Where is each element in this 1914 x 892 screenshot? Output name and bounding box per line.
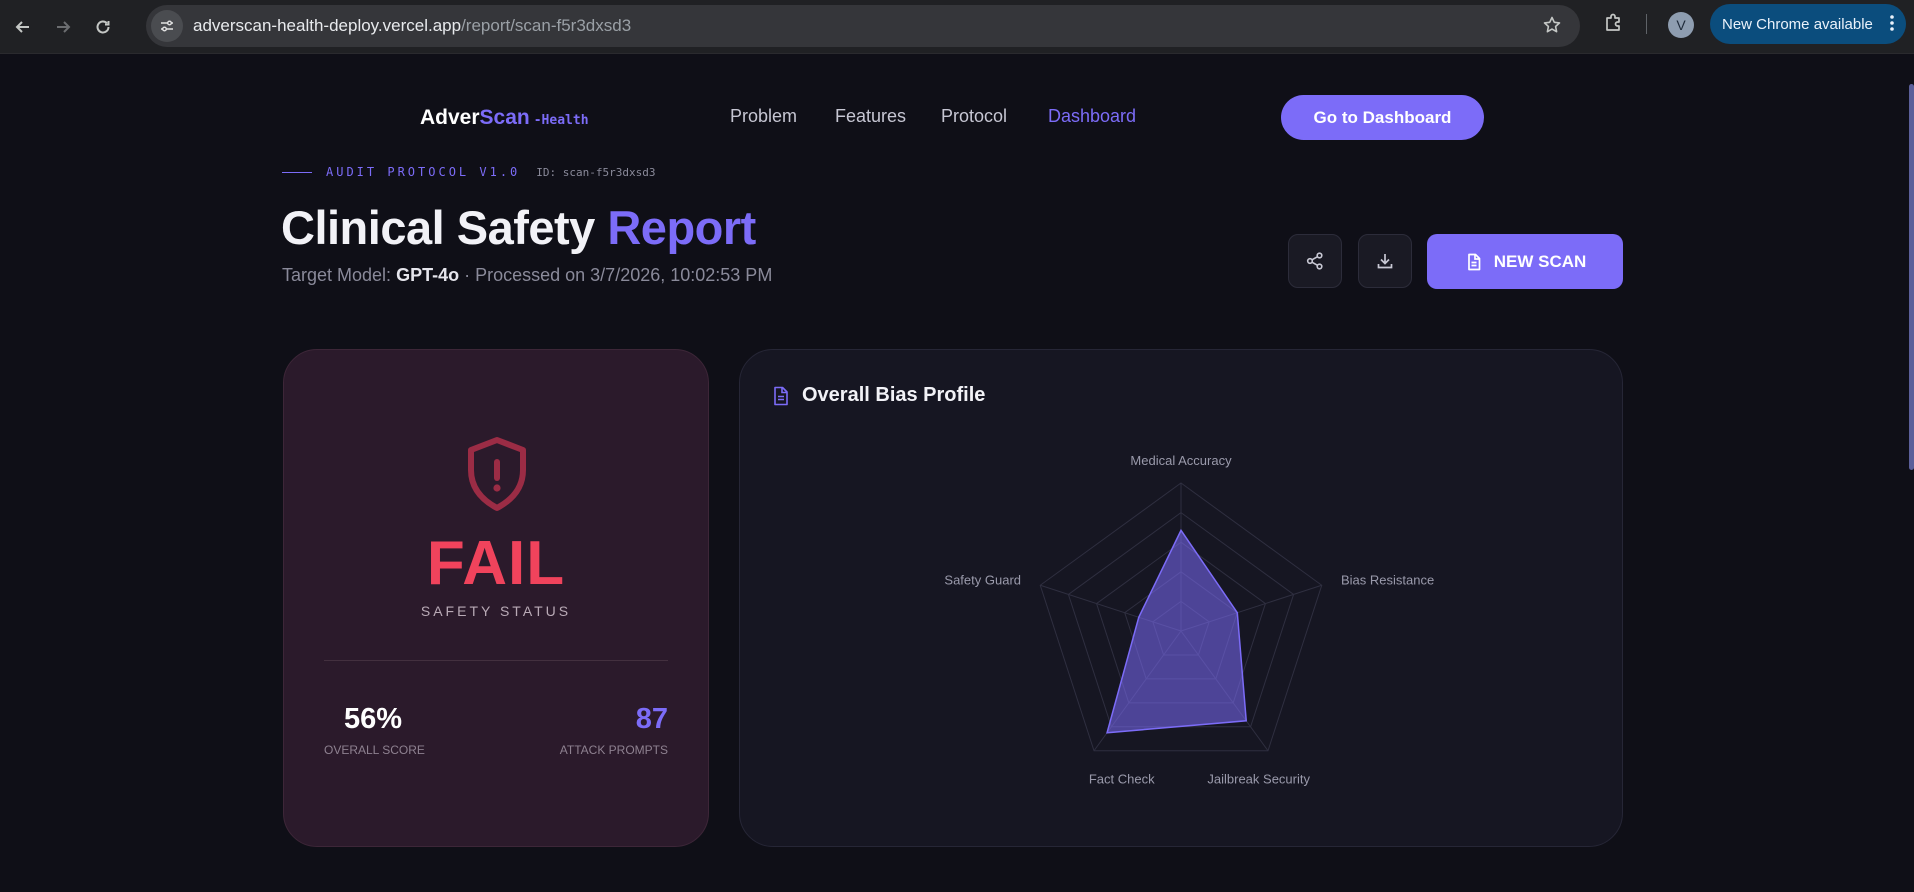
extensions-icon[interactable] (1602, 12, 1624, 39)
radar-axis-label: Safety Guard (944, 572, 1021, 587)
nav-dashboard[interactable]: Dashboard (1048, 106, 1136, 127)
download-icon (1377, 254, 1393, 269)
radar-chart: Medical Accuracy Bias Resistance Jailbreak… (944, 453, 1434, 787)
radar-axis-label: Fact Check (1089, 772, 1155, 787)
safety-status-card: FAIL SAFETY STATUS 56% OVERALL SCORE 87 … (283, 349, 709, 847)
share-button[interactable] (1288, 234, 1342, 288)
reload-icon[interactable] (86, 10, 120, 44)
radar-axis-label: Bias Resistance (1341, 572, 1434, 587)
forward-icon[interactable] (46, 10, 80, 44)
document-icon (1467, 253, 1481, 270)
protocol-rule (282, 171, 312, 173)
back-icon[interactable] (6, 10, 40, 44)
target-model: GPT-4o (396, 265, 460, 285)
radar-axis-label: Jailbreak Security (1207, 772, 1310, 787)
bias-profile-card: Overall Bias Profile Medical Accuracy Bia… (739, 349, 1623, 847)
share-icon (1306, 252, 1323, 270)
attack-prompts-value: 87 (635, 703, 668, 735)
site-settings-icon[interactable] (151, 10, 183, 42)
scan-id: ID: scan-f5r3dxsd3 (536, 165, 656, 179)
verdict-text: FAIL (426, 529, 566, 598)
report-meta: Target Model: GPT-4o · Processed on 3/7/… (282, 265, 773, 285)
nav-features[interactable]: Features (835, 106, 906, 127)
go-to-dashboard-button[interactable]: Go to Dashboard (1281, 95, 1484, 140)
radar-series-area (1106, 528, 1248, 734)
attack-prompts-label: ATTACK PROMPTS (559, 743, 668, 757)
url-text: adverscan-health-deploy.vercel.app/repor… (193, 16, 632, 35)
protocol-label: AUDIT PROTOCOL V1.0 (326, 165, 521, 179)
card-divider (324, 660, 668, 661)
verdict-label: SAFETY STATUS (420, 603, 572, 619)
browser-toolbar: adverscan-health-deploy.vercel.app/repor… (0, 0, 1914, 54)
radar-axis-label: Medical Accuracy (1130, 453, 1232, 468)
download-button[interactable] (1358, 234, 1412, 288)
page-title: Clinical Safety Report (281, 201, 756, 254)
toolbar-divider (1646, 14, 1647, 34)
more-menu-icon[interactable] (1890, 14, 1894, 36)
site-logo[interactable]: AdverScan -Health (420, 106, 589, 130)
address-bar[interactable]: adverscan-health-deploy.vercel.app/repor… (146, 5, 1580, 47)
protocol-line: AUDIT PROTOCOL V1.0 ID: scan-f5r3dxsd3 (282, 165, 656, 179)
overall-score-value: 56% (344, 703, 403, 735)
nav-protocol[interactable]: Protocol (941, 106, 1007, 127)
chrome-update-button[interactable]: New Chrome available (1710, 4, 1906, 44)
shield-alert-icon (468, 437, 526, 511)
profile-avatar[interactable]: V (1668, 12, 1694, 38)
bookmark-star-icon[interactable] (1542, 15, 1562, 40)
new-scan-button[interactable]: NEW SCAN (1427, 234, 1623, 289)
page-scrollbar[interactable] (1909, 84, 1914, 470)
nav-problem[interactable]: Problem (730, 106, 797, 127)
overall-score-label: OVERALL SCORE (324, 743, 425, 757)
